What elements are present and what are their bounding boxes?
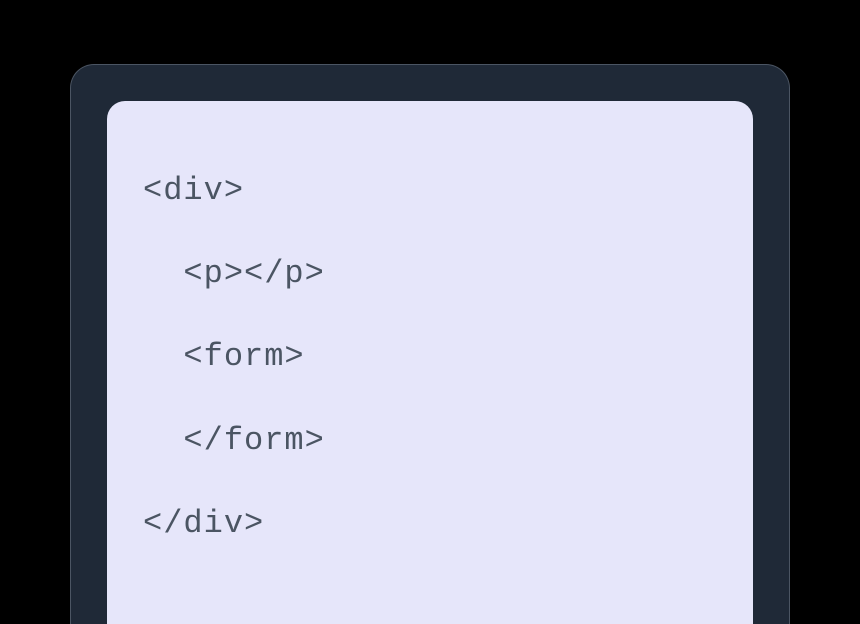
code-line-5: </div> (143, 482, 717, 565)
code-frame: <div> <p></p> <form> </form> </div> (70, 64, 790, 624)
code-line-2: <p></p> (143, 232, 717, 315)
code-line-4: </form> (143, 399, 717, 482)
code-line-3: <form> (143, 315, 717, 398)
code-line-1: <div> (143, 149, 717, 232)
code-panel: <div> <p></p> <form> </form> </div> (107, 101, 753, 624)
